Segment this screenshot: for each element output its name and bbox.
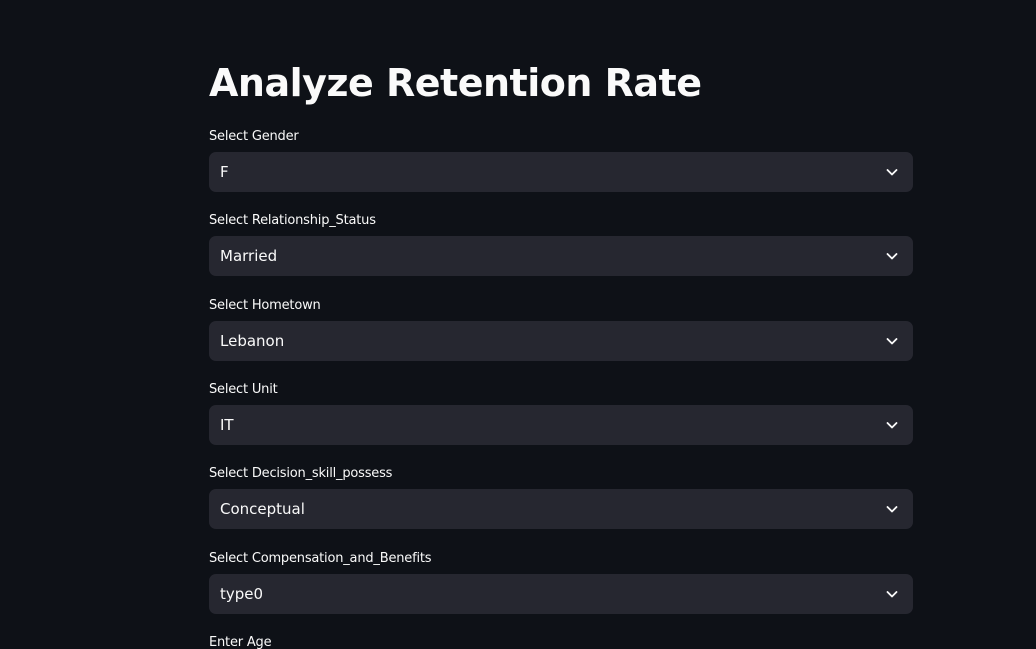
relationship-status-label: Select Relationship_Status [209,213,376,228]
decision-skill-select-value: Conceptual [220,500,305,518]
gender-label: Select Gender [209,129,299,144]
compensation-field: Select Compensation_and_Benefits type0 [209,550,913,614]
age-label: Enter Age [209,635,272,649]
gender-select-value: F [220,163,229,181]
app-page: Analyze Retention Rate Select Gender F S… [0,0,1036,649]
decision-skill-select[interactable]: Conceptual [209,489,913,529]
compensation-select[interactable]: type0 [209,574,913,614]
gender-select[interactable]: F [209,152,913,192]
relationship-status-select[interactable]: Married [209,236,913,276]
chevron-down-icon [885,502,899,516]
chevron-down-icon [885,165,899,179]
unit-select[interactable]: IT [209,405,913,445]
unit-field: Select Unit IT [209,381,913,445]
chevron-down-icon [885,418,899,432]
hometown-field: Select Hometown Lebanon [209,297,913,361]
relationship-status-select-value: Married [220,247,278,265]
unit-label: Select Unit [209,382,278,397]
hometown-select-value: Lebanon [220,332,285,350]
hometown-select[interactable]: Lebanon [209,321,913,361]
compensation-select-value: type0 [220,585,264,603]
chevron-down-icon [885,249,899,263]
compensation-label: Select Compensation_and_Benefits [209,551,432,566]
chevron-down-icon [885,587,899,601]
unit-select-value: IT [220,416,234,434]
chevron-down-icon [885,334,899,348]
decision-skill-field: Select Decision_skill_possess Conceptual [209,465,913,529]
age-field: Enter Age [209,634,913,649]
decision-skill-label: Select Decision_skill_possess [209,466,393,481]
hometown-label: Select Hometown [209,298,321,313]
page-title: Analyze Retention Rate [209,61,702,105]
relationship-status-field: Select Relationship_Status Married [209,212,913,276]
gender-field: Select Gender F [209,128,913,192]
